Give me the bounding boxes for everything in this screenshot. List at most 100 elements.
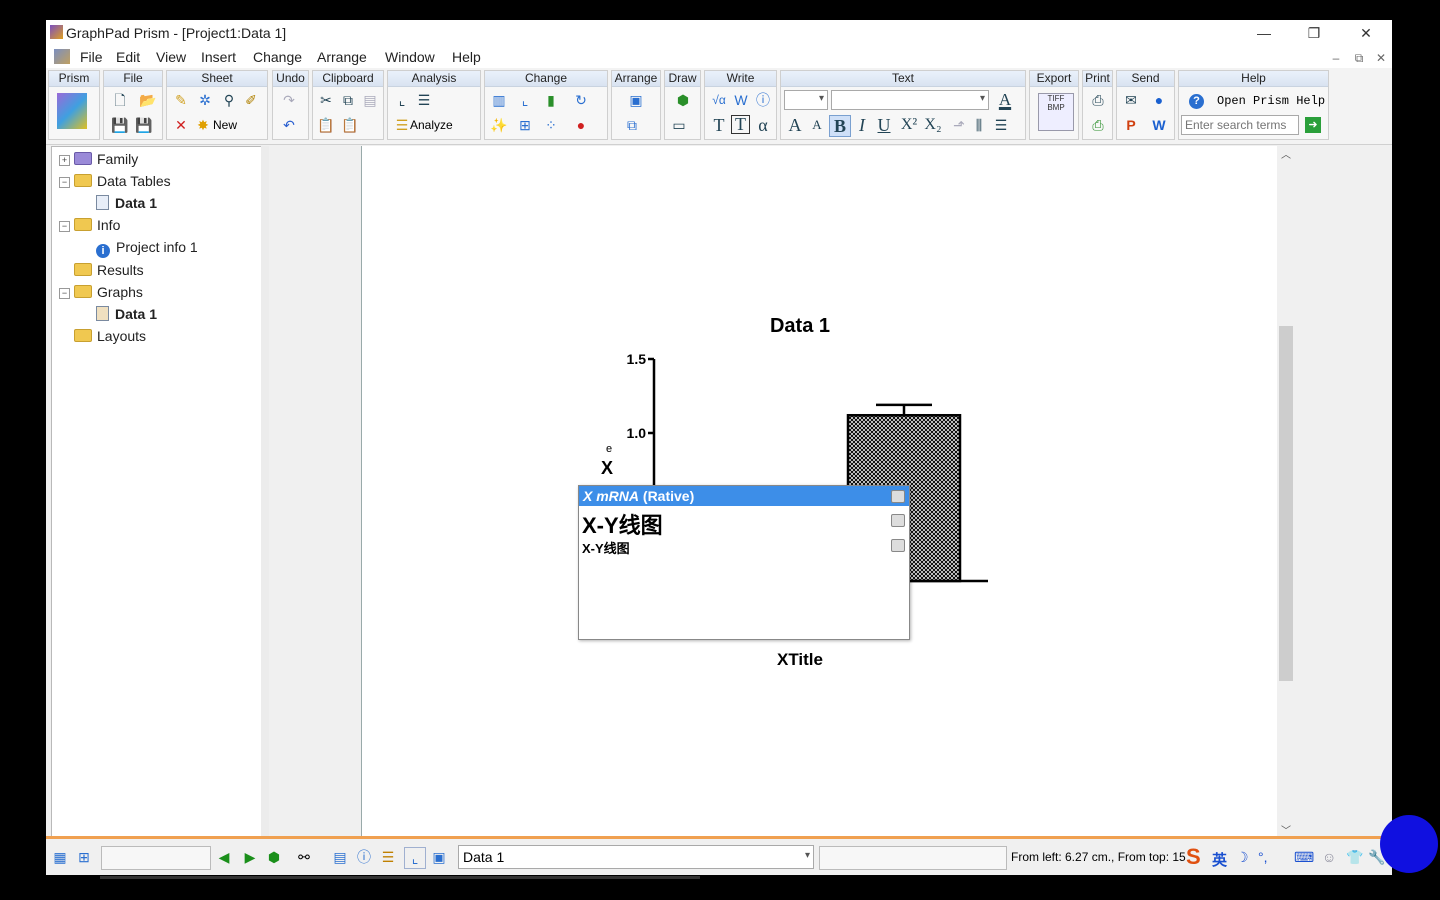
word-send-icon[interactable]: W [1149, 115, 1169, 135]
superscript-button[interactable]: X² [897, 115, 921, 135]
greek-button[interactable]: α [753, 115, 773, 135]
font-name-select[interactable]: ▾ [831, 90, 989, 110]
menu-view[interactable]: View [156, 49, 186, 65]
collapse-info-icon[interactable]: − [59, 221, 70, 232]
expand-family-icon[interactable]: + [59, 155, 70, 166]
view-gallery-icon[interactable]: ⊞ [74, 847, 94, 867]
tree-item-layouts[interactable]: Layouts [74, 328, 146, 344]
italic-button[interactable]: I [852, 115, 872, 135]
autocomplete-dropdown[interactable]: X mRNA (Rative) X-Y线图 X-Y线图 [578, 485, 910, 640]
document-icon[interactable] [54, 49, 70, 64]
font-color-button[interactable]: A [995, 90, 1015, 110]
list-analysis-icon[interactable]: ☰ [414, 90, 434, 110]
search-go-icon[interactable]: ➜ [1305, 117, 1321, 133]
copy-icon[interactable]: ⧉ [338, 90, 358, 110]
rectangle-icon[interactable]: ▭ [669, 115, 689, 135]
open-folder-icon[interactable]: 📂 [138, 90, 158, 110]
axis-icon[interactable]: ⌞ [515, 90, 535, 110]
increase-font-button[interactable]: A [785, 115, 805, 135]
autocomplete-item[interactable]: X-Y线图 [582, 538, 630, 557]
gear-icon[interactable]: ✲ [195, 90, 215, 110]
help-search-input[interactable] [1181, 115, 1299, 135]
undo-icon[interactable]: ↶ [279, 115, 299, 135]
equation-icon[interactable]: √α [709, 90, 729, 110]
text-tool-button[interactable]: T [709, 115, 729, 135]
magic-icon[interactable]: ✨ [489, 115, 509, 135]
word-icon[interactable]: W [731, 90, 751, 110]
draw-shape-icon[interactable]: ⬢ [673, 90, 693, 110]
help-icon[interactable]: ? [1189, 94, 1204, 109]
scatter-icon[interactable]: ⁘ [541, 115, 561, 135]
tree-item-data-tables[interactable]: Data Tables [74, 173, 171, 189]
graph-nav-icon[interactable]: ⌞ [404, 847, 426, 869]
paste-special-icon[interactable]: 📋 [340, 115, 360, 135]
previous-sheet-icon[interactable]: ◀ [214, 847, 234, 867]
paste-disabled-icon[interactable]: ▤ [360, 90, 380, 110]
mdi-close-button[interactable]: ✕ [1373, 51, 1389, 65]
new-button[interactable]: New [213, 118, 237, 132]
tree-item-info[interactable]: Info [74, 217, 120, 233]
menu-insert[interactable]: Insert [201, 49, 236, 65]
ime-keyboard-icon[interactable]: ⌨ [1294, 849, 1314, 866]
ime-punctuation-icon[interactable]: °, [1258, 849, 1268, 865]
mdi-minimize-button[interactable]: – [1328, 51, 1344, 65]
globe-icon[interactable]: ● [1149, 90, 1169, 110]
graph-type-icon[interactable]: ▥ [489, 90, 509, 110]
text-align-icon[interactable]: ⫼ [969, 115, 989, 135]
menu-window[interactable]: Window [385, 49, 435, 65]
menu-arrange[interactable]: Arrange [317, 49, 367, 65]
group-objects-icon[interactable]: ⧉ [622, 115, 642, 135]
scroll-down-icon[interactable]: ﹀ [1281, 822, 1291, 837]
export-tiff-icon[interactable]: TIFF BMP [1038, 93, 1074, 131]
print-preview-icon[interactable]: ⎙ [1088, 115, 1108, 135]
mail-icon[interactable]: ✉ [1121, 90, 1141, 110]
print-icon[interactable]: ⎙ [1088, 90, 1108, 110]
y-axis-label-fragment[interactable]: X [601, 458, 613, 478]
delete-icon[interactable]: ✕ [171, 115, 191, 135]
save-icon[interactable]: 💾 [110, 115, 130, 135]
link-icon[interactable]: ⚯ [294, 847, 314, 867]
tree-item-project-info[interactable]: i Project info 1 [96, 239, 198, 258]
format-axis-icon[interactable]: ⊞ [515, 115, 535, 135]
subscript-button[interactable]: X₂ [921, 115, 945, 135]
analyze-button[interactable]: Analyze [410, 118, 453, 132]
underline-button[interactable]: U [874, 115, 894, 135]
redo-icon[interactable]: ↷ [279, 90, 299, 110]
cut-icon[interactable]: ✂ [316, 90, 336, 110]
minimize-button[interactable]: — [1249, 22, 1279, 44]
menu-help[interactable]: Help [452, 49, 481, 65]
xy-analysis-icon[interactable]: ⌞ [392, 90, 412, 110]
sheet-select[interactable]: Data 1 ▾ [458, 845, 814, 869]
info-nav-icon[interactable]: ⓘ [354, 847, 374, 867]
autocomplete-item[interactable]: X-Y线图 [582, 508, 663, 540]
tree-item-data1-graph[interactable]: Data 1 [96, 306, 157, 322]
family-nav-icon[interactable]: ⬢ [264, 847, 284, 867]
tree-item-results[interactable]: Results [74, 262, 144, 278]
mdi-restore-button[interactable]: ⧉ [1351, 51, 1367, 66]
decrease-font-button[interactable]: A [807, 115, 827, 135]
collapse-graphs-icon[interactable]: − [59, 288, 70, 299]
ime-language-icon[interactable]: 英 [1212, 849, 1227, 870]
close-button[interactable]: ✕ [1351, 22, 1381, 44]
results-nav-icon[interactable]: ☰ [378, 847, 398, 867]
panel-splitter[interactable] [261, 146, 269, 836]
text-box-button[interactable]: T [731, 115, 750, 134]
ime-skin-icon[interactable]: 👕 [1346, 849, 1363, 866]
font-size-select[interactable]: ▾ [784, 90, 828, 110]
pin-icon[interactable]: ✐ [241, 90, 261, 110]
menu-edit[interactable]: Edit [116, 49, 140, 65]
prism-cube-icon[interactable] [57, 93, 87, 129]
tree-item-family[interactable]: Family [74, 151, 138, 167]
x-axis-label[interactable]: XTitle [777, 650, 823, 669]
paste-icon[interactable]: 📋 [316, 115, 336, 135]
scroll-up-icon[interactable]: ︿ [1281, 146, 1291, 161]
pencil-icon[interactable]: ✎ [171, 90, 191, 110]
analyze-icon[interactable]: ☰ [392, 115, 412, 135]
menu-change[interactable]: Change [253, 49, 302, 65]
open-prism-help-link[interactable]: Open Prism Help [1217, 94, 1325, 108]
collapse-data-tables-icon[interactable]: − [59, 177, 70, 188]
layout-nav-icon[interactable]: ▣ [429, 847, 449, 867]
justify-icon[interactable]: ☰ [991, 115, 1011, 135]
tree-item-graphs[interactable]: Graphs [74, 284, 143, 300]
text-rotate-icon[interactable]: ⬏ [949, 115, 969, 135]
